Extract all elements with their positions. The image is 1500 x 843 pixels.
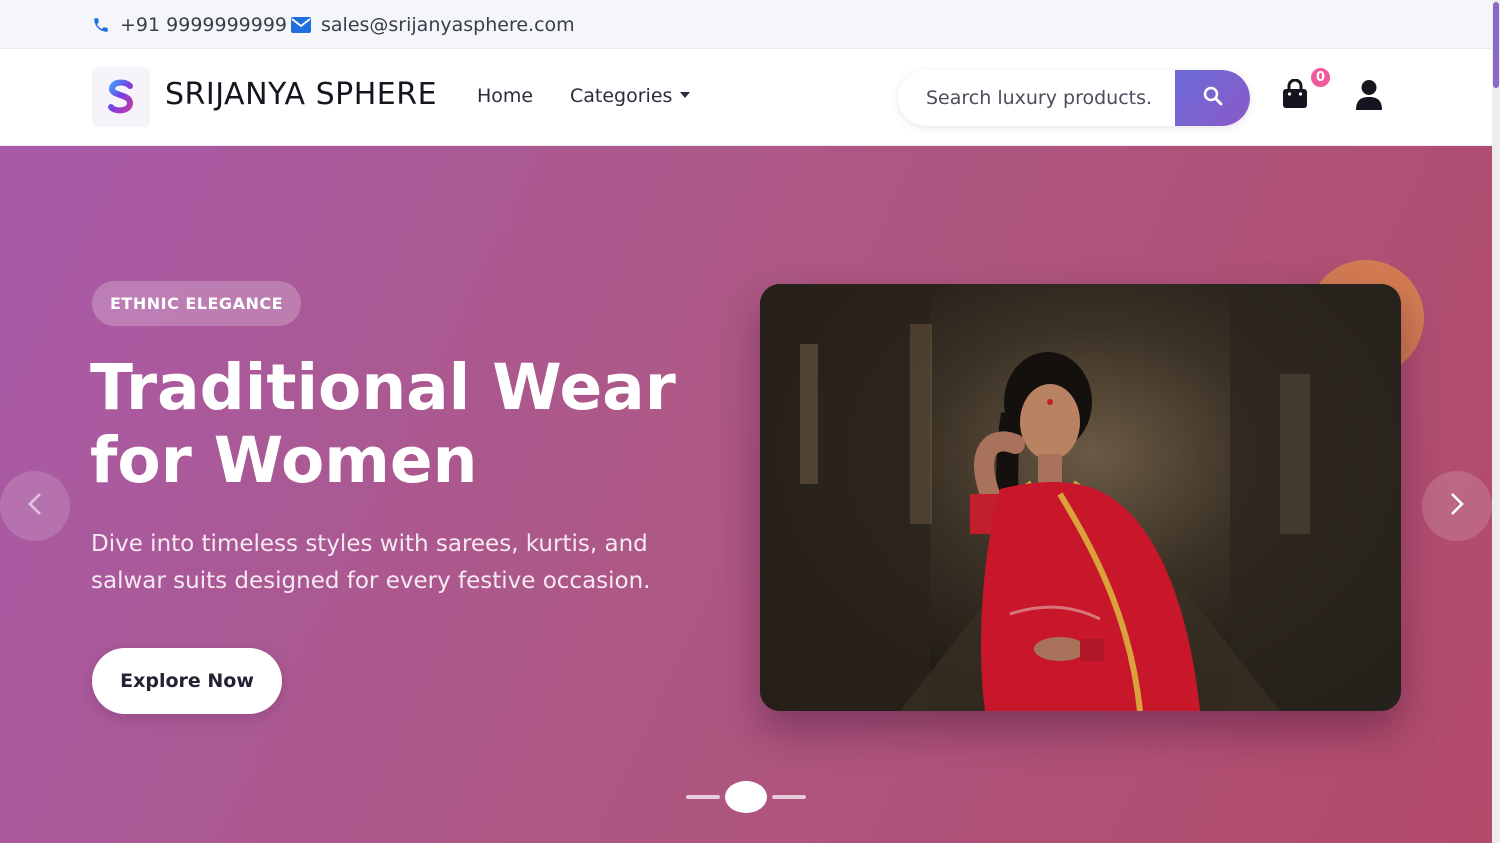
brand-s-logo[interactable]	[92, 67, 150, 127]
user-account-button[interactable]	[1355, 79, 1383, 111]
cart-count-badge: 0	[1309, 66, 1332, 89]
hero-title-line-2: for Women	[90, 424, 478, 497]
hero-description-line-2: salwar suits designed for every festive …	[91, 568, 651, 594]
shopping-bag-icon	[1281, 78, 1309, 113]
search-icon	[1203, 86, 1223, 110]
nav-categories-dropdown[interactable]: Categories	[570, 85, 691, 107]
hero-description: Dive into timeless styles with sarees, k…	[91, 526, 691, 600]
search-input[interactable]	[898, 70, 1175, 126]
email-contact[interactable]: sales@srijanyasphere.com	[291, 0, 575, 49]
chevron-left-icon	[28, 492, 42, 520]
chevron-right-icon	[1450, 492, 1464, 520]
phone-icon	[92, 16, 110, 34]
hero-title-line-1: Traditional Wear	[90, 351, 676, 424]
page-scrollbar-thumb[interactable]	[1493, 2, 1499, 88]
search-bar	[898, 70, 1250, 126]
page-scrollbar-track[interactable]	[1492, 0, 1500, 843]
hero-carousel: ETHNIC ELEGANCE Traditional Wear for Wom…	[0, 146, 1492, 843]
cart-button[interactable]	[1281, 78, 1311, 113]
carousel-indicator-1[interactable]	[686, 795, 720, 799]
main-navbar: SRIJANYA SPHERE Home Categories 0	[0, 49, 1492, 146]
brand-name[interactable]: SRIJANYA SPHERE	[165, 77, 437, 112]
carousel-indicator-3[interactable]	[772, 795, 806, 799]
hero-title: Traditional Wear for Women	[90, 351, 730, 497]
nav-categories-label: Categories	[570, 85, 673, 107]
hero-product-image[interactable]	[760, 284, 1401, 711]
hero-description-line-1: Dive into timeless styles with sarees, k…	[91, 531, 648, 557]
nav-home[interactable]: Home	[477, 85, 533, 107]
top-contact-bar: +91 9999999999 sales@srijanyasphere.com	[0, 0, 1492, 49]
carousel-next-button[interactable]	[1422, 471, 1492, 541]
phone-contact[interactable]: +91 9999999999	[92, 0, 287, 49]
explore-now-button[interactable]: Explore Now	[92, 648, 282, 714]
phone-number: +91 9999999999	[120, 13, 288, 36]
search-button[interactable]	[1175, 70, 1250, 126]
carousel-prev-button[interactable]	[0, 471, 70, 541]
envelope-icon	[291, 16, 311, 33]
email-address: sales@srijanyasphere.com	[321, 13, 575, 36]
user-icon	[1355, 80, 1383, 115]
hero-category-tag: ETHNIC ELEGANCE	[92, 281, 301, 326]
carousel-indicator-2-active[interactable]	[725, 781, 767, 813]
carousel-indicators	[686, 779, 806, 815]
caret-down-icon	[680, 91, 691, 98]
